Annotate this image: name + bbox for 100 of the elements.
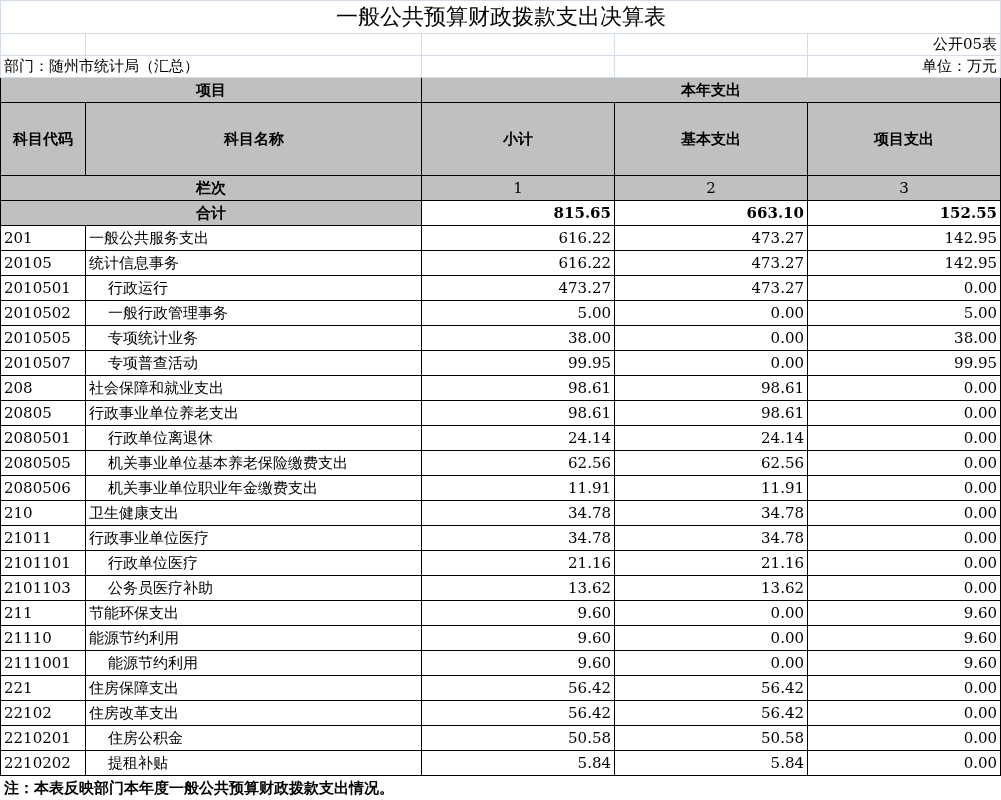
table-cell: 142.95 xyxy=(807,225,1001,251)
table-cell: 210 xyxy=(0,500,86,526)
table-cell: 0.00 xyxy=(807,750,1001,776)
table-cell: 行政运行 xyxy=(85,275,422,301)
table-cell: 2101101 xyxy=(0,550,86,576)
table-cell: 0.00 xyxy=(807,425,1001,451)
table-cell: 9.60 xyxy=(807,600,1001,626)
table-cell: 机关事业单位职业年金缴费支出 xyxy=(85,475,422,501)
column-index-cell: 3 xyxy=(807,175,1001,201)
table-cell: 9.60 xyxy=(807,650,1001,676)
table-cell: 11.91 xyxy=(421,475,615,501)
table-cell: 98.61 xyxy=(614,400,808,426)
table-cell: 56.42 xyxy=(421,700,615,726)
table-cell: 50.58 xyxy=(614,725,808,751)
table-cell: 142.95 xyxy=(807,250,1001,276)
table-cell: 56.42 xyxy=(614,675,808,701)
table-cell: 0.00 xyxy=(614,300,808,326)
table-cell: 21.16 xyxy=(614,550,808,576)
table-cell: 20805 xyxy=(0,400,86,426)
table-cell: 节能环保支出 xyxy=(85,600,422,626)
table-cell: 98.61 xyxy=(614,375,808,401)
table-cell: 24.14 xyxy=(614,425,808,451)
table-cell: 56.42 xyxy=(614,700,808,726)
table-cell: 473.27 xyxy=(614,250,808,276)
table-cell: 0.00 xyxy=(614,350,808,376)
table-cell: 2010501 xyxy=(0,275,86,301)
table-cell: 208 xyxy=(0,375,86,401)
table-cell: 住房改革支出 xyxy=(85,700,422,726)
table-cell: 2080506 xyxy=(0,475,86,501)
table-cell: 2080501 xyxy=(0,425,86,451)
table-cell: 提租补贴 xyxy=(85,750,422,776)
table-cell: 0.00 xyxy=(614,325,808,351)
table-cell: 9.60 xyxy=(421,625,615,651)
table-cell: 专项统计业务 xyxy=(85,325,422,351)
table-cell: 21011 xyxy=(0,525,86,551)
table-cell: 住房公积金 xyxy=(85,725,422,751)
table-cell: 2010505 xyxy=(0,325,86,351)
total-label-cell: 合计 xyxy=(0,200,422,226)
header-cell: 基本支出 xyxy=(614,102,808,176)
table-cell: 211 xyxy=(0,600,86,626)
header-cell: 科目代码 xyxy=(0,102,86,176)
table-cell: 0.00 xyxy=(807,475,1001,501)
table-cell: 5.84 xyxy=(421,750,615,776)
table-cell: 62.56 xyxy=(421,450,615,476)
header-cell: 项目 xyxy=(0,77,422,103)
table-cell: 616.22 xyxy=(421,250,615,276)
table-cell: 13.62 xyxy=(614,575,808,601)
table-cell: 0.00 xyxy=(614,625,808,651)
table-cell: 0.00 xyxy=(807,400,1001,426)
column-index-cell: 2 xyxy=(614,175,808,201)
table-cell: 一般公共服务支出 xyxy=(85,225,422,251)
table-cell: 98.61 xyxy=(421,375,615,401)
table-cell: 2010502 xyxy=(0,300,86,326)
table-cell: 住房保障支出 xyxy=(85,675,422,701)
table-cell: 34.78 xyxy=(614,500,808,526)
table-cell: 机关事业单位基本养老保险缴费支出 xyxy=(85,450,422,476)
footnote: 注：本表反映部门本年度一般公共预算财政拨款支出情况。 xyxy=(0,775,1001,800)
table-cell: 0.00 xyxy=(807,450,1001,476)
table-cell: 473.27 xyxy=(614,225,808,251)
table-cell: 21110 xyxy=(0,625,86,651)
table-cell: 50.58 xyxy=(421,725,615,751)
table-cell: 62.56 xyxy=(614,450,808,476)
table-cell: 38.00 xyxy=(807,325,1001,351)
table-cell: 2210202 xyxy=(0,750,86,776)
table-cell: 2080505 xyxy=(0,450,86,476)
table-cell: 9.60 xyxy=(421,600,615,626)
table-cell: 5.00 xyxy=(807,300,1001,326)
table-cell: 2111001 xyxy=(0,650,86,676)
table-cell: 一般行政管理事务 xyxy=(85,300,422,326)
table-cell: 24.14 xyxy=(421,425,615,451)
table-cell: 5.84 xyxy=(614,750,808,776)
table-cell: 行政单位离退休 xyxy=(85,425,422,451)
table-cell: 公务员医疗补助 xyxy=(85,575,422,601)
table-cell: 22102 xyxy=(0,700,86,726)
table-cell: 专项普查活动 xyxy=(85,350,422,376)
header-cell: 项目支出 xyxy=(807,102,1001,176)
table-cell: 0.00 xyxy=(614,600,808,626)
table-cell: 2010507 xyxy=(0,350,86,376)
table-cell: 行政事业单位养老支出 xyxy=(85,400,422,426)
table-cell: 0.00 xyxy=(807,275,1001,301)
table-cell: 9.60 xyxy=(807,625,1001,651)
table-cell: 34.78 xyxy=(421,525,615,551)
table-cell: 56.42 xyxy=(421,675,615,701)
table-cell: 9.60 xyxy=(421,650,615,676)
table-cell: 99.95 xyxy=(807,350,1001,376)
column-index-cell: 1 xyxy=(421,175,615,201)
table-cell: 20105 xyxy=(0,250,86,276)
table-cell: 行政事业单位医疗 xyxy=(85,525,422,551)
total-cell: 663.10 xyxy=(614,200,808,226)
table-cell: 行政单位医疗 xyxy=(85,550,422,576)
total-cell: 152.55 xyxy=(807,200,1001,226)
table-cell: 473.27 xyxy=(614,275,808,301)
table-title: 一般公共预算财政拨款支出决算表 xyxy=(0,0,1001,34)
table-cell: 社会保障和就业支出 xyxy=(85,375,422,401)
form-number: 公开05表 xyxy=(807,33,1001,56)
table-cell: 0.00 xyxy=(807,550,1001,576)
table-cell: 0.00 xyxy=(614,650,808,676)
table-cell: 616.22 xyxy=(421,225,615,251)
table-cell: 221 xyxy=(0,675,86,701)
table-cell: 统计信息事务 xyxy=(85,250,422,276)
